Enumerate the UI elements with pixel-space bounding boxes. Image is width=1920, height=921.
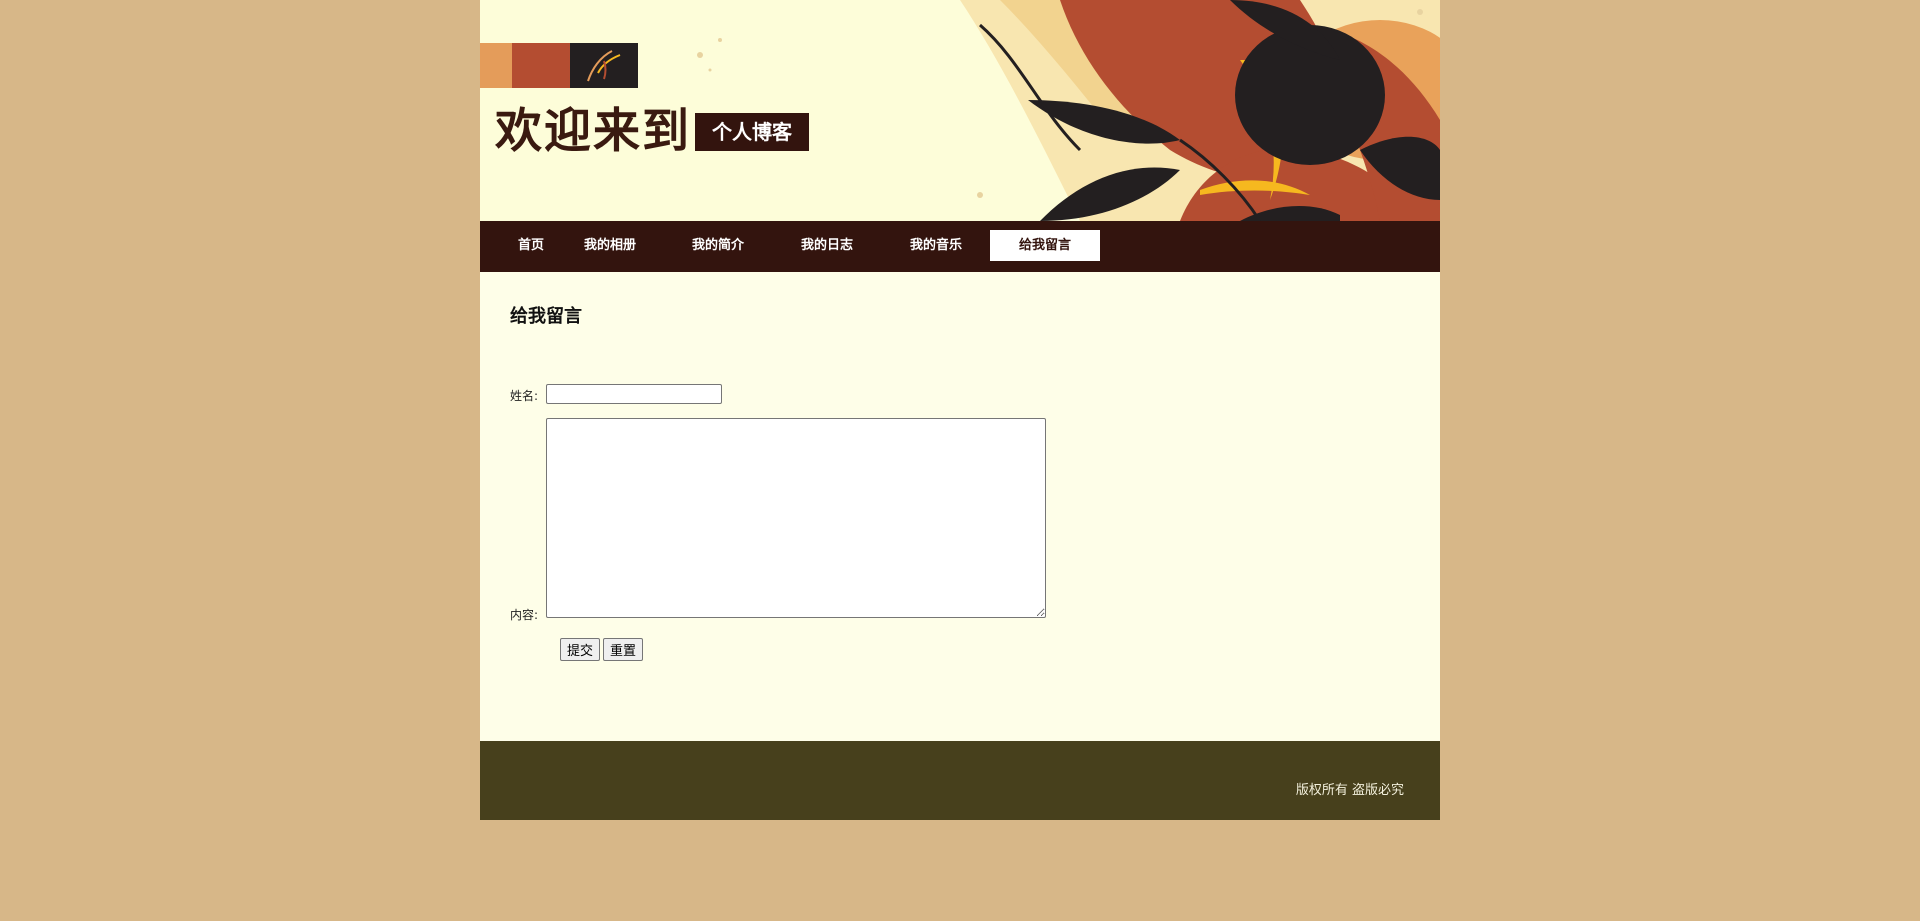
nav-item-journal[interactable]: 我的日志 xyxy=(787,230,867,261)
name-input[interactable] xyxy=(546,384,722,404)
submit-button[interactable]: 提交 xyxy=(560,638,601,661)
blog-badge: 个人博客 xyxy=(695,113,809,151)
logo-blocks xyxy=(480,43,638,88)
content-label: 内容: xyxy=(510,608,539,622)
nav-item-profile[interactable]: 我的简介 xyxy=(678,230,758,261)
main-content: 给我留言 姓名: 内容: 提交 重置 xyxy=(480,272,1440,741)
nav-item-home[interactable]: 首页 xyxy=(506,230,556,261)
main-navigation: 首页 我的相册 我的简介 我的日志 我的音乐 给我留言 xyxy=(480,221,1440,272)
header-banner: 欢迎来到 个人博客 xyxy=(480,0,1440,221)
reset-button[interactable]: 重置 xyxy=(603,638,644,661)
logo-mark-icon xyxy=(587,50,621,82)
page-title: 给我留言 xyxy=(510,306,582,327)
nav-item-music[interactable]: 我的音乐 xyxy=(896,230,976,261)
nav-item-album[interactable]: 我的相册 xyxy=(570,230,650,261)
welcome-heading: 欢迎来到 xyxy=(495,104,691,159)
content-textarea[interactable] xyxy=(546,418,1046,618)
page-container: 欢迎来到 个人博客 首页 我的相册 我的简介 我的日志 我的音乐 给我留言 给我… xyxy=(480,0,1440,820)
name-label: 姓名: xyxy=(510,389,539,403)
footer: 版权所有 盗版必究 xyxy=(480,741,1440,820)
nav-item-message[interactable]: 给我留言 xyxy=(990,230,1100,261)
copyright-text: 版权所有 盗版必究 xyxy=(1295,783,1404,798)
